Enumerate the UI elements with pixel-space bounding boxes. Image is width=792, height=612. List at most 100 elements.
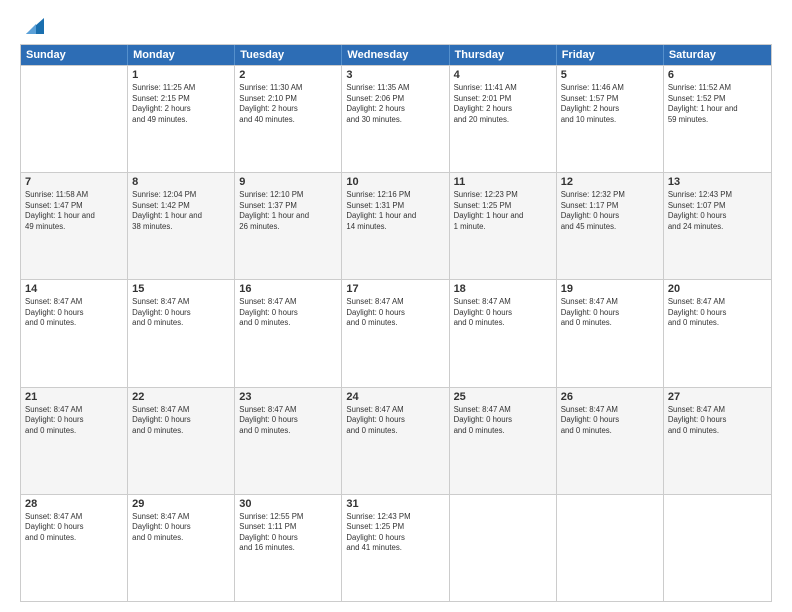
day-number: 9 [239, 176, 337, 188]
day-number: 4 [454, 69, 552, 81]
calendar-cell: 1Sunrise: 11:25 AM Sunset: 2:15 PM Dayli… [128, 66, 235, 172]
day-number: 22 [132, 391, 230, 403]
day-info: Sunset: 8:47 AM Daylight: 0 hours and 0 … [346, 405, 444, 437]
calendar-cell [557, 495, 664, 601]
header-sunday: Sunday [21, 45, 128, 65]
day-number: 17 [346, 283, 444, 295]
calendar-cell: 10 Sunrise: 12:16 PM Sunset: 1:31 PM Dayl… [342, 173, 449, 279]
day-number: 25 [454, 391, 552, 403]
calendar-cell: 24Sunset: 8:47 AM Daylight: 0 hours and … [342, 388, 449, 494]
day-info: Sunrise: 11:46 AM Sunset: 1:57 PM Daylig… [561, 83, 659, 125]
day-number: 28 [25, 498, 123, 510]
calendar-cell: 15 Sunset: 8:47 AM Daylight: 0 hours and … [128, 280, 235, 386]
day-number: 1 [132, 69, 230, 81]
header-friday: Friday [557, 45, 664, 65]
day-number: 21 [25, 391, 123, 403]
day-info: Sunset: 8:47 AM Daylight: 0 hours and 0 … [132, 512, 230, 544]
day-info: Sunrise: 11:30 AM Sunset: 2:10 PM Daylig… [239, 83, 337, 125]
calendar-cell: 13 Sunrise: 12:43 PM Sunset: 1:07 PM Dayl… [664, 173, 771, 279]
day-info: Sunrise: 11:52 AM Sunset: 1:52 PM Daylig… [668, 83, 767, 125]
calendar-cell: 6 Sunrise: 11:52 AM Sunset: 1:52 PM Dayli… [664, 66, 771, 172]
day-number: 15 [132, 283, 230, 295]
day-info: Sunrise: 12:10 PM Sunset: 1:37 PM Daylig… [239, 190, 337, 232]
day-number: 2 [239, 69, 337, 81]
day-info: Sunset: 8:47 AM Daylight: 0 hours and 0 … [239, 405, 337, 437]
day-number: 31 [346, 498, 444, 510]
day-number: 7 [25, 176, 123, 188]
header-wednesday: Wednesday [342, 45, 449, 65]
day-info: Sunset: 8:47 AM Daylight: 0 hours and 0 … [239, 297, 337, 329]
day-info: Sunset: 8:47 AM Daylight: 0 hours and 0 … [454, 405, 552, 437]
calendar-row: 28 Sunset: 8:47 AM Daylight: 0 hours and … [21, 494, 771, 601]
calendar-cell: 21 Sunset: 8:47 AM Daylight: 0 hours and … [21, 388, 128, 494]
calendar-cell: 28 Sunset: 8:47 AM Daylight: 0 hours and … [21, 495, 128, 601]
calendar-row: 21 Sunset: 8:47 AM Daylight: 0 hours and … [21, 387, 771, 494]
calendar-cell: 7 Sunrise: 11:58 AM Sunset: 1:47 PM Dayli… [21, 173, 128, 279]
calendar: SundayMondayTuesdayWednesdayThursdayFrid… [20, 44, 772, 602]
calendar-cell: 4 Sunrise: 11:41 AM Sunset: 2:01 PM Dayli… [450, 66, 557, 172]
page-header [20, 18, 772, 36]
header-tuesday: Tuesday [235, 45, 342, 65]
calendar-cell: 22 Sunset: 8:47 AM Daylight: 0 hours and … [128, 388, 235, 494]
day-info: Sunrise: 11:41 AM Sunset: 2:01 PM Daylig… [454, 83, 552, 125]
day-info: Sunset: 8:47 AM Daylight: 0 hours and 0 … [454, 297, 552, 329]
day-number: 3 [346, 69, 444, 81]
calendar-cell: 18 Sunset: 8:47 AM Daylight: 0 hours and … [450, 280, 557, 386]
logo-icon [22, 18, 44, 36]
day-info: Sunrise: 12:23 PM Sunset: 1:25 PM Daylig… [454, 190, 552, 232]
day-number: 13 [668, 176, 767, 188]
calendar-cell: 17 Sunset: 8:47 AM Daylight: 0 hours and … [342, 280, 449, 386]
calendar-row: 1Sunrise: 11:25 AM Sunset: 2:15 PM Dayli… [21, 65, 771, 172]
day-info: Sunset: 8:47 AM Daylight: 0 hours and 0 … [25, 297, 123, 329]
calendar-cell: 16 Sunset: 8:47 AM Daylight: 0 hours and … [235, 280, 342, 386]
day-info: Sunrise: 12:43 PM Sunset: 1:25 PM Daylig… [346, 512, 444, 554]
calendar-cell: 14 Sunset: 8:47 AM Daylight: 0 hours and … [21, 280, 128, 386]
day-number: 16 [239, 283, 337, 295]
day-info: Sunset: 8:47 AM Daylight: 0 hours and 0 … [346, 297, 444, 329]
calendar-cell: 26 Sunset: 8:47 AM Daylight: 0 hours and … [557, 388, 664, 494]
day-info: Sunset: 8:47 AM Daylight: 0 hours and 0 … [668, 297, 767, 329]
day-number: 19 [561, 283, 659, 295]
day-info: Sunrise: 12:16 PM Sunset: 1:31 PM Daylig… [346, 190, 444, 232]
header-monday: Monday [128, 45, 235, 65]
calendar-cell [21, 66, 128, 172]
calendar-cell: 27 Sunset: 8:47 AM Daylight: 0 hours and … [664, 388, 771, 494]
calendar-cell: 31 Sunrise: 12:43 PM Sunset: 1:25 PM Dayl… [342, 495, 449, 601]
day-info: Sunset: 8:47 AM Daylight: 0 hours and 0 … [132, 297, 230, 329]
day-info: Sunset: 8:47 AM Daylight: 0 hours and 0 … [561, 297, 659, 329]
day-number: 29 [132, 498, 230, 510]
calendar-header: SundayMondayTuesdayWednesdayThursdayFrid… [21, 45, 771, 65]
logo [20, 18, 44, 36]
day-info: Sunset: 8:47 AM Daylight: 0 hours and 0 … [561, 405, 659, 437]
day-info: Sunrise: 12:32 PM Sunset: 1:17 PM Daylig… [561, 190, 659, 232]
day-info: Sunrise: 11:58 AM Sunset: 1:47 PM Daylig… [25, 190, 123, 232]
calendar-cell: 29 Sunset: 8:47 AM Daylight: 0 hours and … [128, 495, 235, 601]
day-info: Sunset: 8:47 AM Daylight: 0 hours and 0 … [668, 405, 767, 437]
day-number: 6 [668, 69, 767, 81]
day-number: 26 [561, 391, 659, 403]
day-number: 23 [239, 391, 337, 403]
day-info: Sunrise: 12:04 PM Sunset: 1:42 PM Daylig… [132, 190, 230, 232]
day-number: 27 [668, 391, 767, 403]
day-number: 8 [132, 176, 230, 188]
day-info: Sunset: 8:47 AM Daylight: 0 hours and 0 … [132, 405, 230, 437]
day-number: 20 [668, 283, 767, 295]
calendar-cell: 11Sunrise: 12:23 PM Sunset: 1:25 PM Dayl… [450, 173, 557, 279]
day-info: Sunrise: 12:55 PM Sunset: 1:11 PM Daylig… [239, 512, 337, 554]
calendar-cell [450, 495, 557, 601]
day-info: Sunset: 8:47 AM Daylight: 0 hours and 0 … [25, 405, 123, 437]
calendar-row: 7 Sunrise: 11:58 AM Sunset: 1:47 PM Dayli… [21, 172, 771, 279]
day-number: 10 [346, 176, 444, 188]
header-thursday: Thursday [450, 45, 557, 65]
day-info: Sunrise: 12:43 PM Sunset: 1:07 PM Daylig… [668, 190, 767, 232]
day-number: 14 [25, 283, 123, 295]
day-number: 5 [561, 69, 659, 81]
day-number: 18 [454, 283, 552, 295]
calendar-cell: 3Sunrise: 11:35 AM Sunset: 2:06 PM Dayli… [342, 66, 449, 172]
calendar-cell: 8 Sunrise: 12:04 PM Sunset: 1:42 PM Dayli… [128, 173, 235, 279]
calendar-cell: 2 Sunrise: 11:30 AM Sunset: 2:10 PM Dayli… [235, 66, 342, 172]
calendar-cell: 23 Sunset: 8:47 AM Daylight: 0 hours and … [235, 388, 342, 494]
calendar-cell: 19 Sunset: 8:47 AM Daylight: 0 hours and … [557, 280, 664, 386]
day-number: 30 [239, 498, 337, 510]
day-info: Sunset: 8:47 AM Daylight: 0 hours and 0 … [25, 512, 123, 544]
